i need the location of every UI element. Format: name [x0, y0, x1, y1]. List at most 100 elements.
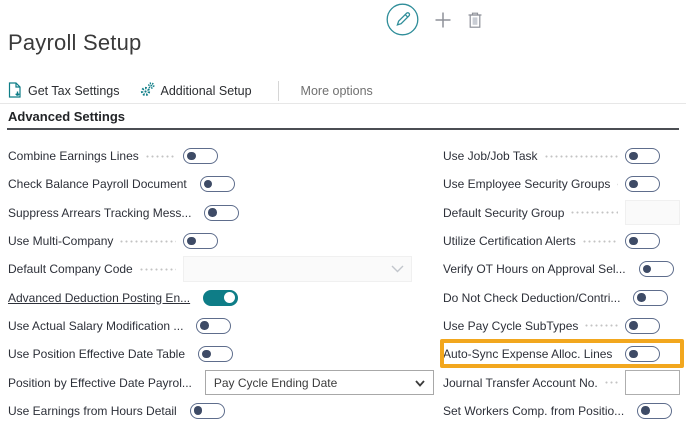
field-control — [196, 318, 425, 334]
toggle-switch[interactable] — [625, 176, 660, 192]
dotted-leader — [139, 255, 176, 283]
settings-row: Suppress Arrears Tracking Mess... — [8, 199, 412, 227]
settings-row: Journal Transfer Account No. — [440, 368, 686, 396]
toggle-switch[interactable] — [200, 176, 235, 192]
field-control — [183, 148, 412, 164]
toggle-switch[interactable] — [198, 346, 233, 362]
toggle-switch[interactable] — [625, 346, 660, 362]
chevron-down-icon — [391, 260, 404, 278]
text-input[interactable] — [625, 370, 680, 395]
toggle-switch[interactable] — [625, 148, 660, 164]
section-heading: Advanced Settings — [8, 109, 125, 124]
toolbar-item-label: Get Tax Settings — [28, 84, 120, 98]
toggle-switch[interactable] — [637, 403, 672, 419]
settings-row: Advanced Deduction Posting En... — [8, 283, 412, 311]
field-control — [204, 205, 433, 221]
toggle-knob — [629, 237, 638, 246]
toggle-knob — [187, 237, 196, 246]
toggle-knob — [200, 321, 209, 330]
field-control — [625, 233, 686, 249]
field-label: Use Pay Cycle SubTypes — [443, 319, 578, 333]
action-toolbar: Get Tax Settings Additional Setup More o… — [8, 80, 373, 102]
toggle-switch[interactable] — [196, 318, 231, 334]
toolbar-divider — [0, 103, 686, 104]
field-label: Default Security Group — [443, 206, 564, 220]
dotted-leader — [570, 199, 618, 227]
toggle-knob — [224, 292, 235, 303]
toggle-switch[interactable] — [639, 261, 674, 277]
field-label: Set Workers Comp. from Positio... — [443, 404, 624, 418]
settings-row: Do Not Check Deduction/Contri... — [440, 283, 686, 311]
document-export-icon — [8, 82, 22, 101]
select-value: Pay Cycle Ending Date — [214, 376, 337, 390]
dotted-leader — [604, 368, 618, 396]
settings-row-highlighted: Auto-Sync Expense Alloc. Lines — [440, 340, 686, 368]
settings-row: Default Security Group — [440, 199, 686, 227]
more-options-button[interactable]: More options — [301, 84, 373, 98]
toggle-knob — [629, 180, 638, 189]
field-label: Position by Effective Date Payrol... — [8, 376, 192, 390]
dotted-leader — [582, 227, 618, 255]
toggle-switch[interactable] — [183, 148, 218, 164]
select-field[interactable]: Pay Cycle Ending Date — [205, 370, 434, 395]
dotted-leader — [145, 142, 176, 170]
settings-row: Use Actual Salary Modification ... — [8, 312, 412, 340]
add-icon[interactable] — [434, 11, 452, 29]
field-label: Do Not Check Deduction/Contri... — [443, 291, 620, 305]
toggle-knob — [637, 293, 646, 302]
field-control — [625, 370, 686, 395]
field-label: Utilize Certification Alerts — [443, 234, 576, 248]
settings-row: Use Position Effective Date Table — [8, 340, 412, 368]
settings-row: Verify OT Hours on Approval Sel... — [440, 255, 686, 283]
field-control — [637, 403, 686, 419]
settings-row: Use Job/Job Task — [440, 142, 686, 170]
field-label: Verify OT Hours on Approval Sel... — [443, 262, 626, 276]
dotted-leader — [119, 227, 176, 255]
toggle-knob — [204, 180, 213, 189]
field-control — [625, 346, 686, 362]
get-tax-settings-button[interactable]: Get Tax Settings — [8, 82, 120, 101]
section-heading-rule — [7, 128, 679, 130]
settings-row: Utilize Certification Alerts — [440, 227, 686, 255]
toggle-knob — [194, 406, 203, 415]
toggle-switch[interactable] — [190, 403, 225, 419]
field-label: Use Job/Job Task — [443, 149, 538, 163]
gears-icon — [140, 82, 155, 100]
field-control — [198, 346, 427, 362]
chevron-down-icon — [415, 374, 425, 392]
toggle-knob — [202, 350, 211, 359]
toggle-switch[interactable] — [204, 205, 239, 221]
field-control — [625, 200, 686, 225]
settings-row: Use Multi-Company — [8, 227, 412, 255]
field-label: Journal Transfer Account No. — [443, 376, 598, 390]
settings-row: Use Earnings from Hours Detail — [8, 397, 412, 425]
toggle-switch[interactable] — [633, 290, 668, 306]
toggle-knob — [629, 152, 638, 161]
field-control — [190, 403, 419, 419]
field-control — [639, 261, 686, 277]
toolbar-separator — [278, 81, 279, 101]
additional-setup-button[interactable]: Additional Setup — [140, 82, 252, 100]
settings-row: Combine Earnings Lines — [8, 142, 412, 170]
lookup-field[interactable] — [183, 256, 412, 282]
page-title: Payroll Setup — [8, 30, 141, 56]
toggle-switch[interactable] — [183, 233, 218, 249]
field-control — [183, 233, 412, 249]
toggle-switch[interactable] — [203, 290, 238, 306]
field-control — [183, 256, 412, 282]
field-label: Combine Earnings Lines — [8, 149, 139, 163]
field-control — [625, 176, 686, 192]
dotted-leader — [584, 312, 618, 340]
toggle-knob — [629, 321, 638, 330]
edit-pencil-icon[interactable] — [386, 3, 419, 36]
toggle-knob — [187, 152, 196, 161]
field-control: Pay Cycle Ending Date — [205, 370, 434, 395]
toggle-knob — [208, 208, 217, 217]
toggle-switch[interactable] — [625, 318, 660, 334]
toggle-switch[interactable] — [625, 233, 660, 249]
settings-row: Use Employee Security Groups — [440, 170, 686, 198]
dotted-leader — [616, 170, 618, 198]
text-input[interactable] — [625, 200, 680, 225]
delete-icon[interactable] — [467, 11, 483, 29]
toggle-knob — [643, 265, 652, 274]
